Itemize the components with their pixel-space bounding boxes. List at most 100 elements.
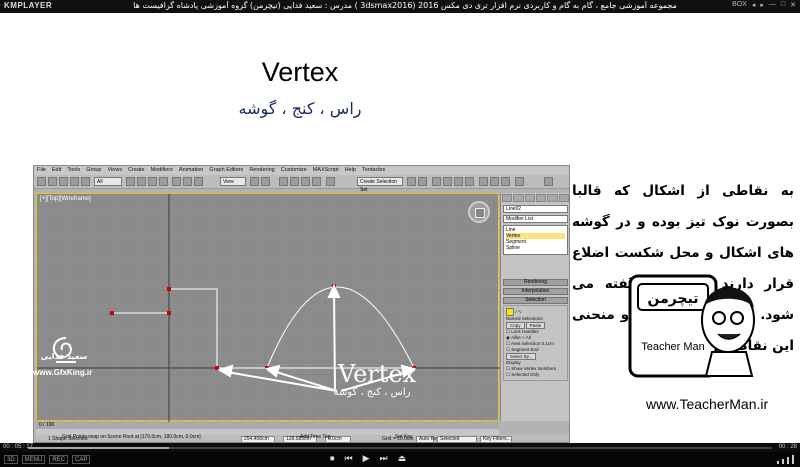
- align-icon[interactable]: [418, 177, 427, 186]
- all-radio[interactable]: All: [526, 335, 531, 340]
- volume-icon[interactable]: [777, 455, 794, 464]
- x-coordinate-field[interactable]: 254.408cm: [241, 436, 275, 442]
- window-crossing-icon[interactable]: [159, 177, 168, 186]
- menu-graph-editors[interactable]: Graph Editors: [209, 166, 243, 175]
- selection-filter-dropdown[interactable]: All: [94, 177, 122, 186]
- rollout-interpolation[interactable]: Interpolation: [503, 288, 568, 295]
- box-button[interactable]: BOX: [732, 1, 747, 9]
- spinner-snap-icon[interactable]: [312, 177, 321, 186]
- rec-button[interactable]: REC: [49, 455, 69, 464]
- paste-button[interactable]: Paste: [525, 322, 546, 329]
- teacherman-url[interactable]: www.TeacherMan.ir: [646, 396, 768, 412]
- vertex-mode-icon[interactable]: [506, 308, 514, 316]
- key-filters-button[interactable]: Key Filters...: [480, 436, 512, 442]
- spline-mode-icon[interactable]: ∿: [518, 309, 522, 314]
- unlink-icon[interactable]: [70, 177, 79, 186]
- rollout-selection[interactable]: Selection: [503, 297, 568, 304]
- curve-editor-icon[interactable]: [443, 177, 452, 186]
- area-selection-checkbox[interactable]: Area Selection: [511, 341, 540, 346]
- area-selection-value[interactable]: 0.1cm: [542, 341, 554, 346]
- create-tab-icon[interactable]: [502, 194, 513, 202]
- open-icon[interactable]: ⏏: [398, 454, 407, 464]
- bind-icon[interactable]: [81, 177, 90, 186]
- auto-key-button[interactable]: Auto Key: [416, 436, 439, 442]
- vertex-4[interactable]: [215, 366, 219, 370]
- next-track-icon[interactable]: ⏭: [380, 454, 388, 464]
- mirror-icon[interactable]: [407, 177, 416, 186]
- alike-radio[interactable]: Alike: [511, 335, 521, 340]
- menu-tentacles[interactable]: Tentacles: [362, 166, 385, 175]
- rollout-rendering[interactable]: Rendering: [503, 279, 568, 286]
- minimize-icon[interactable]: —: [769, 1, 776, 9]
- menu-file[interactable]: File: [37, 166, 46, 175]
- stack-item-spline[interactable]: Spline: [506, 245, 565, 251]
- named-selection-icon[interactable]: [326, 177, 335, 186]
- stop-icon[interactable]: ⏹: [330, 454, 335, 464]
- named-selection-set-dropdown[interactable]: Create Selection Set: [357, 177, 403, 193]
- lock-handles-checkbox[interactable]: Lock Handles: [511, 329, 538, 334]
- menu-rendering[interactable]: Rendering: [249, 166, 274, 175]
- manipulate-icon[interactable]: [261, 177, 270, 186]
- next-icon[interactable]: ▸: [760, 1, 764, 9]
- select-by-name-icon[interactable]: [137, 177, 146, 186]
- render-setup-icon[interactable]: [479, 177, 488, 186]
- link-icon[interactable]: [59, 177, 68, 186]
- scale-icon[interactable]: [194, 177, 203, 186]
- 3d-button[interactable]: 3D: [4, 455, 18, 464]
- motion-tab-icon[interactable]: [535, 194, 547, 202]
- angle-snap-icon[interactable]: [290, 177, 299, 186]
- modify-tab-icon[interactable]: [513, 194, 524, 202]
- menu-animation[interactable]: Animation: [179, 166, 203, 175]
- select-icon[interactable]: [126, 177, 135, 186]
- show-vertex-numbers-checkbox[interactable]: Show Vertex Numbers: [511, 366, 556, 371]
- set-key-button[interactable]: Set Key: [395, 434, 413, 440]
- viewport-label[interactable]: [+][Top][Wireframe]: [40, 196, 91, 202]
- menu-customize[interactable]: Customize: [281, 166, 307, 175]
- menu-help[interactable]: Help: [345, 166, 356, 175]
- rect-region-icon[interactable]: [148, 177, 157, 186]
- menu-tools[interactable]: Tools: [67, 166, 80, 175]
- menu-create[interactable]: Create: [128, 166, 145, 175]
- cap-button[interactable]: CAP: [72, 455, 91, 464]
- layer-icon[interactable]: [432, 177, 441, 186]
- modifier-list-dropdown[interactable]: Modifier List: [503, 215, 568, 223]
- vertex-2[interactable]: [167, 311, 171, 315]
- previous-icon[interactable]: ⏮: [345, 454, 353, 464]
- top-viewport[interactable]: [+][Top][Wireframe]: [36, 193, 500, 422]
- key-mode-dropdown[interactable]: Selected: [437, 436, 477, 442]
- menu-group[interactable]: Group: [86, 166, 101, 175]
- segment-end-checkbox[interactable]: Segment End: [511, 347, 538, 352]
- render-icon[interactable]: [501, 177, 510, 186]
- time-slider[interactable]: 0 / 100: [36, 422, 499, 429]
- redo-icon[interactable]: [48, 177, 57, 186]
- maximize-icon[interactable]: □: [781, 1, 785, 9]
- reference-coord-dropdown[interactable]: View: [220, 177, 246, 186]
- segment-mode-icon[interactable]: ⁄: [516, 309, 517, 314]
- vertex-3[interactable]: [167, 287, 171, 291]
- add-time-tag-button[interactable]: Add Time Tag: [300, 434, 330, 440]
- snap-toggle-icon[interactable]: [279, 177, 288, 186]
- menu-edit[interactable]: Edit: [52, 166, 61, 175]
- copy-button[interactable]: Copy: [506, 322, 525, 329]
- display-tab-icon[interactable]: [547, 194, 558, 202]
- vertex-1[interactable]: [110, 311, 114, 315]
- play-icon[interactable]: ▶: [363, 454, 370, 464]
- viewcube-icon[interactable]: [468, 201, 490, 223]
- material-editor-icon[interactable]: [465, 177, 474, 186]
- object-name-field[interactable]: Line02: [503, 205, 568, 213]
- seek-bar[interactable]: 00 : 05 : 17 00 : 28: [0, 443, 800, 452]
- undo-icon[interactable]: [37, 177, 46, 186]
- select-by-button[interactable]: Select By...: [506, 353, 537, 360]
- menu-modifiers[interactable]: Modifiers: [151, 166, 173, 175]
- menu-views[interactable]: Views: [108, 166, 123, 175]
- schematic-icon[interactable]: [454, 177, 463, 186]
- hierarchy-tab-icon[interactable]: [524, 194, 535, 202]
- rotate-icon[interactable]: [183, 177, 192, 186]
- utilities-tab-icon[interactable]: [558, 194, 569, 202]
- prev-icon[interactable]: ◂: [752, 1, 756, 9]
- teapot-icon[interactable]: [515, 177, 524, 186]
- menu-button[interactable]: MENU: [21, 455, 46, 464]
- menu-maxscript[interactable]: MAXScript: [313, 166, 339, 175]
- render-frame-icon[interactable]: [490, 177, 499, 186]
- close-icon[interactable]: ✕: [790, 1, 796, 9]
